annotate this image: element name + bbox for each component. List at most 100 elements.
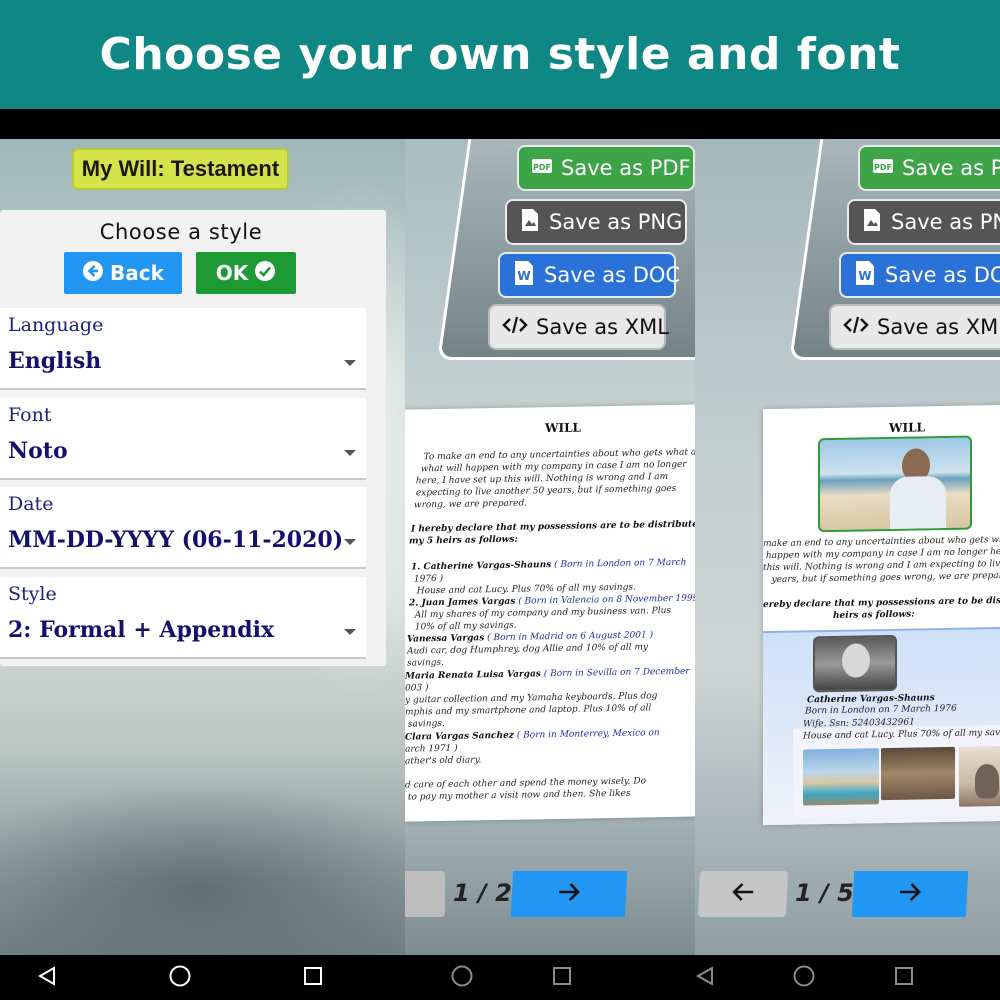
date-format-select[interactable]: Date MM-DD-YYYY (06-11-2020): [0, 487, 366, 569]
code-icon: [843, 314, 869, 340]
style-screen: My Will: Testament Choose a style Back O…: [0, 139, 405, 955]
nav-home-icon: [450, 964, 474, 992]
save-doc-button[interactable]: W Save as DOC: [839, 252, 1000, 298]
page-indicator: 1 / 2: [453, 879, 512, 907]
next-page-button[interactable]: [510, 871, 628, 917]
nav-home-icon: [792, 964, 816, 992]
svg-text:W: W: [517, 269, 530, 283]
doc-closing: to pay my mother a visit now and then. S…: [405, 788, 631, 803]
house-photo: [803, 748, 879, 806]
save-doc-label: Save as DOC: [885, 263, 1000, 287]
nav-back-icon: [36, 965, 58, 991]
heir-born: ( Born in Monterrey, Mexico on: [516, 728, 660, 741]
arrow-left-icon: [729, 881, 756, 907]
nav-recents-button[interactable]: [288, 955, 338, 1000]
save-pdf-button[interactable]: PDF Save as PDF: [858, 145, 1000, 191]
save-xml-button[interactable]: Save as XML: [488, 304, 669, 350]
save-doc-button[interactable]: W Save as DOC: [498, 252, 680, 298]
banner: Choose your own style and font: [0, 0, 1000, 109]
doc-declaration: my 5 heirs as follows:: [409, 534, 518, 547]
nav-back-button[interactable]: [680, 955, 730, 1000]
heir-name: 1. Catherine Vargas-Shauns: [411, 560, 552, 573]
save-xml-button[interactable]: Save as XML: [829, 304, 1000, 350]
font-label: Font: [8, 404, 52, 426]
style-select[interactable]: Style 2: Formal + Appendix: [0, 577, 366, 659]
language-select[interactable]: Language English: [0, 308, 366, 390]
dropdown-arrow-icon: [344, 629, 356, 635]
back-button[interactable]: Back: [64, 252, 182, 294]
nav-recents-button[interactable]: [879, 955, 929, 1000]
ok-button-label: OK: [215, 261, 249, 285]
doc-declaration: I hereby declare that my possessions are…: [411, 519, 695, 535]
heir-desc: savings.: [405, 718, 445, 730]
image-file-icon: [861, 208, 883, 236]
heir-desc: ather's old diary.: [405, 755, 482, 767]
dropdown-arrow-icon: [344, 539, 356, 545]
language-label: Language: [8, 314, 104, 336]
nav-home-button[interactable]: [155, 955, 205, 1000]
heir-desc: savings.: [407, 657, 444, 669]
style-value: 2: Formal + Appendix: [8, 617, 275, 643]
svg-text:W: W: [858, 269, 871, 283]
check-circle-icon: [254, 260, 276, 286]
system-nav-bar: [0, 955, 1000, 1000]
word-icon: W: [512, 260, 536, 290]
preview-screen-formal: PDF Save as PDF Save as PNG W Save as DO…: [405, 139, 695, 955]
doc-declaration: ereby declare that my possessions are to…: [763, 595, 1000, 611]
heir-entry: 1. Catherine Vargas-Shauns ( Born in Lon…: [411, 557, 686, 574]
save-png-button[interactable]: Save as PNG: [505, 199, 687, 245]
arrow-right-icon: [896, 881, 923, 907]
ok-button[interactable]: OK: [196, 252, 296, 294]
heir-name: 2. Juan James Vargas: [409, 596, 516, 609]
doc-title: WILL: [545, 420, 581, 436]
back-button-label: Back: [110, 261, 164, 285]
dropdown-arrow-icon: [344, 450, 356, 456]
nav-recents-icon: [302, 965, 324, 991]
doc-title: WILL: [889, 420, 925, 435]
font-select[interactable]: Font Noto: [0, 398, 366, 480]
status-bar: [0, 109, 1000, 139]
save-png-button[interactable]: Save as PNG: [847, 199, 1000, 245]
prev-page-button[interactable]: [697, 871, 789, 917]
code-icon: [502, 314, 528, 340]
save-pdf-label: Save as PDF: [902, 156, 1000, 180]
next-page-button[interactable]: [851, 871, 969, 917]
heir-born: ( Born in London on 7 March: [554, 557, 687, 571]
page-indicator: 1 / 5: [795, 879, 854, 907]
save-png-label: Save as PNG: [549, 210, 683, 234]
date-label: Date: [8, 493, 54, 515]
nav-home-icon: [168, 964, 192, 992]
image-file-icon: [519, 208, 541, 236]
heir-name: Clara Vargas Sanchez: [405, 730, 514, 743]
svg-text:PDF: PDF: [533, 163, 551, 172]
doc-intro-line: wrong, we are prepared.: [411, 498, 528, 511]
heir-born: 003 ): [405, 683, 429, 694]
heir-name: Maria Renata Luisa Vargas: [405, 669, 541, 682]
nav-back-icon: [694, 965, 716, 991]
heir-born: 1976 ): [411, 573, 444, 585]
prev-page-button[interactable]: [405, 871, 445, 917]
interior-photo: [881, 746, 955, 801]
save-pdf-button[interactable]: PDF Save as PDF: [517, 145, 695, 191]
testator-photo: [818, 435, 972, 533]
heir-born: Born in London on 7 March 1976: [805, 703, 957, 717]
nav-back-button[interactable]: [22, 955, 72, 1000]
pdf-icon: PDF: [531, 155, 553, 181]
svg-text:PDF: PDF: [874, 163, 892, 172]
doc-declaration: heirs as follows:: [833, 609, 915, 621]
nav-home-button[interactable]: [437, 955, 487, 1000]
date-value: MM-DD-YYYY (06-11-2020): [8, 527, 344, 553]
preview-screen-appendix: PDF Save as PDF Save as PNG W Save as DO…: [695, 139, 1000, 955]
banner-title: Choose your own style and font: [99, 29, 901, 80]
heir-card: Catherine Vargas-Shauns Born in London o…: [763, 626, 1000, 826]
heir-name: Vanessa Vargas: [407, 633, 485, 645]
nav-home-button[interactable]: [779, 955, 829, 1000]
cat-photo: [959, 745, 1000, 807]
nav-recents-icon: [551, 965, 573, 991]
will-document-page: WILL To make an end to any uncertainties…: [405, 404, 695, 822]
nav-recents-button[interactable]: [537, 955, 587, 1000]
font-value: Noto: [8, 438, 68, 464]
app-title-badge: My Will: Testament: [72, 148, 289, 190]
nav-recents-icon: [893, 965, 915, 991]
pdf-icon: PDF: [872, 155, 894, 181]
